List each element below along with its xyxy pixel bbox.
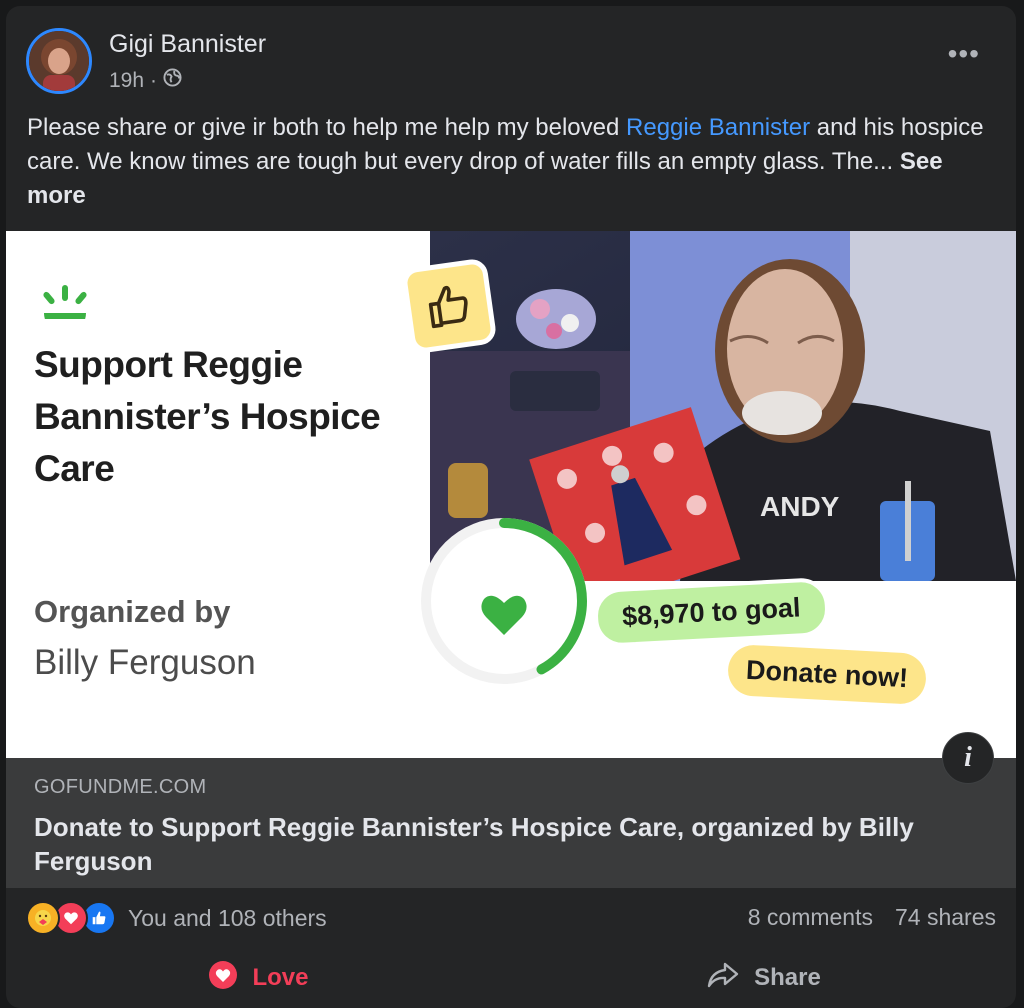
goal-remaining-badge: $8,970 to goal bbox=[592, 576, 830, 649]
organized-by-label: Organized by bbox=[34, 594, 231, 629]
shares-count[interactable]: 74 shares bbox=[895, 904, 996, 931]
share-button[interactable]: Share bbox=[511, 948, 1016, 1008]
mention-link[interactable]: Reggie Bannister bbox=[626, 114, 810, 141]
info-icon[interactable]: i bbox=[942, 732, 994, 784]
post-meta: 19h · bbox=[109, 68, 182, 93]
meta-separator: · bbox=[150, 68, 158, 92]
donation-progress-ring bbox=[416, 513, 592, 694]
care-reaction-icon bbox=[26, 901, 60, 935]
donate-now-badge: Donate now! bbox=[726, 643, 928, 706]
post-timestamp[interactable]: 19h bbox=[109, 69, 144, 93]
svg-text:ANDY: ANDY bbox=[760, 491, 840, 522]
more-options-icon[interactable]: ••• bbox=[948, 40, 980, 68]
post-text: Please share or give ir both to help me … bbox=[27, 111, 995, 213]
link-preview-image[interactable]: Support Reggie Bannister’s Hospice Care … bbox=[6, 231, 1016, 758]
share-label: Share bbox=[754, 964, 821, 991]
globe-icon bbox=[163, 68, 182, 93]
love-button[interactable]: Love bbox=[6, 948, 511, 1008]
link-title[interactable]: Donate to Support Reggie Bannister’s Hos… bbox=[34, 810, 974, 878]
post-actions: Love Share bbox=[6, 948, 1016, 1008]
reaction-summary[interactable]: You and 108 others bbox=[26, 901, 327, 935]
love-label: Love bbox=[252, 964, 309, 991]
engagement-counts: 8 comments 74 shares bbox=[748, 904, 996, 931]
reaction-summary-text: You and 108 others bbox=[128, 904, 327, 931]
thumbs-up-icon bbox=[400, 257, 498, 355]
organizer-name: Billy Ferguson bbox=[34, 643, 256, 682]
fundraiser-title: Support Reggie Bannister’s Hospice Care bbox=[34, 344, 381, 489]
gofundme-logo-icon bbox=[32, 283, 98, 334]
link-preview-caption[interactable]: GOFUNDME.COM Donate to Support Reggie Ba… bbox=[6, 758, 1016, 888]
comments-count[interactable]: 8 comments bbox=[748, 904, 873, 931]
author-name[interactable]: Gigi Bannister bbox=[109, 30, 266, 59]
share-icon bbox=[706, 960, 740, 997]
link-domain: GOFUNDME.COM bbox=[34, 776, 207, 798]
post-card: Gigi Bannister 19h · ••• Please share or… bbox=[6, 6, 1016, 1008]
post-text-start: Please share or give ir both to help me … bbox=[27, 114, 627, 141]
love-icon bbox=[208, 960, 238, 997]
author-avatar[interactable] bbox=[26, 28, 92, 94]
